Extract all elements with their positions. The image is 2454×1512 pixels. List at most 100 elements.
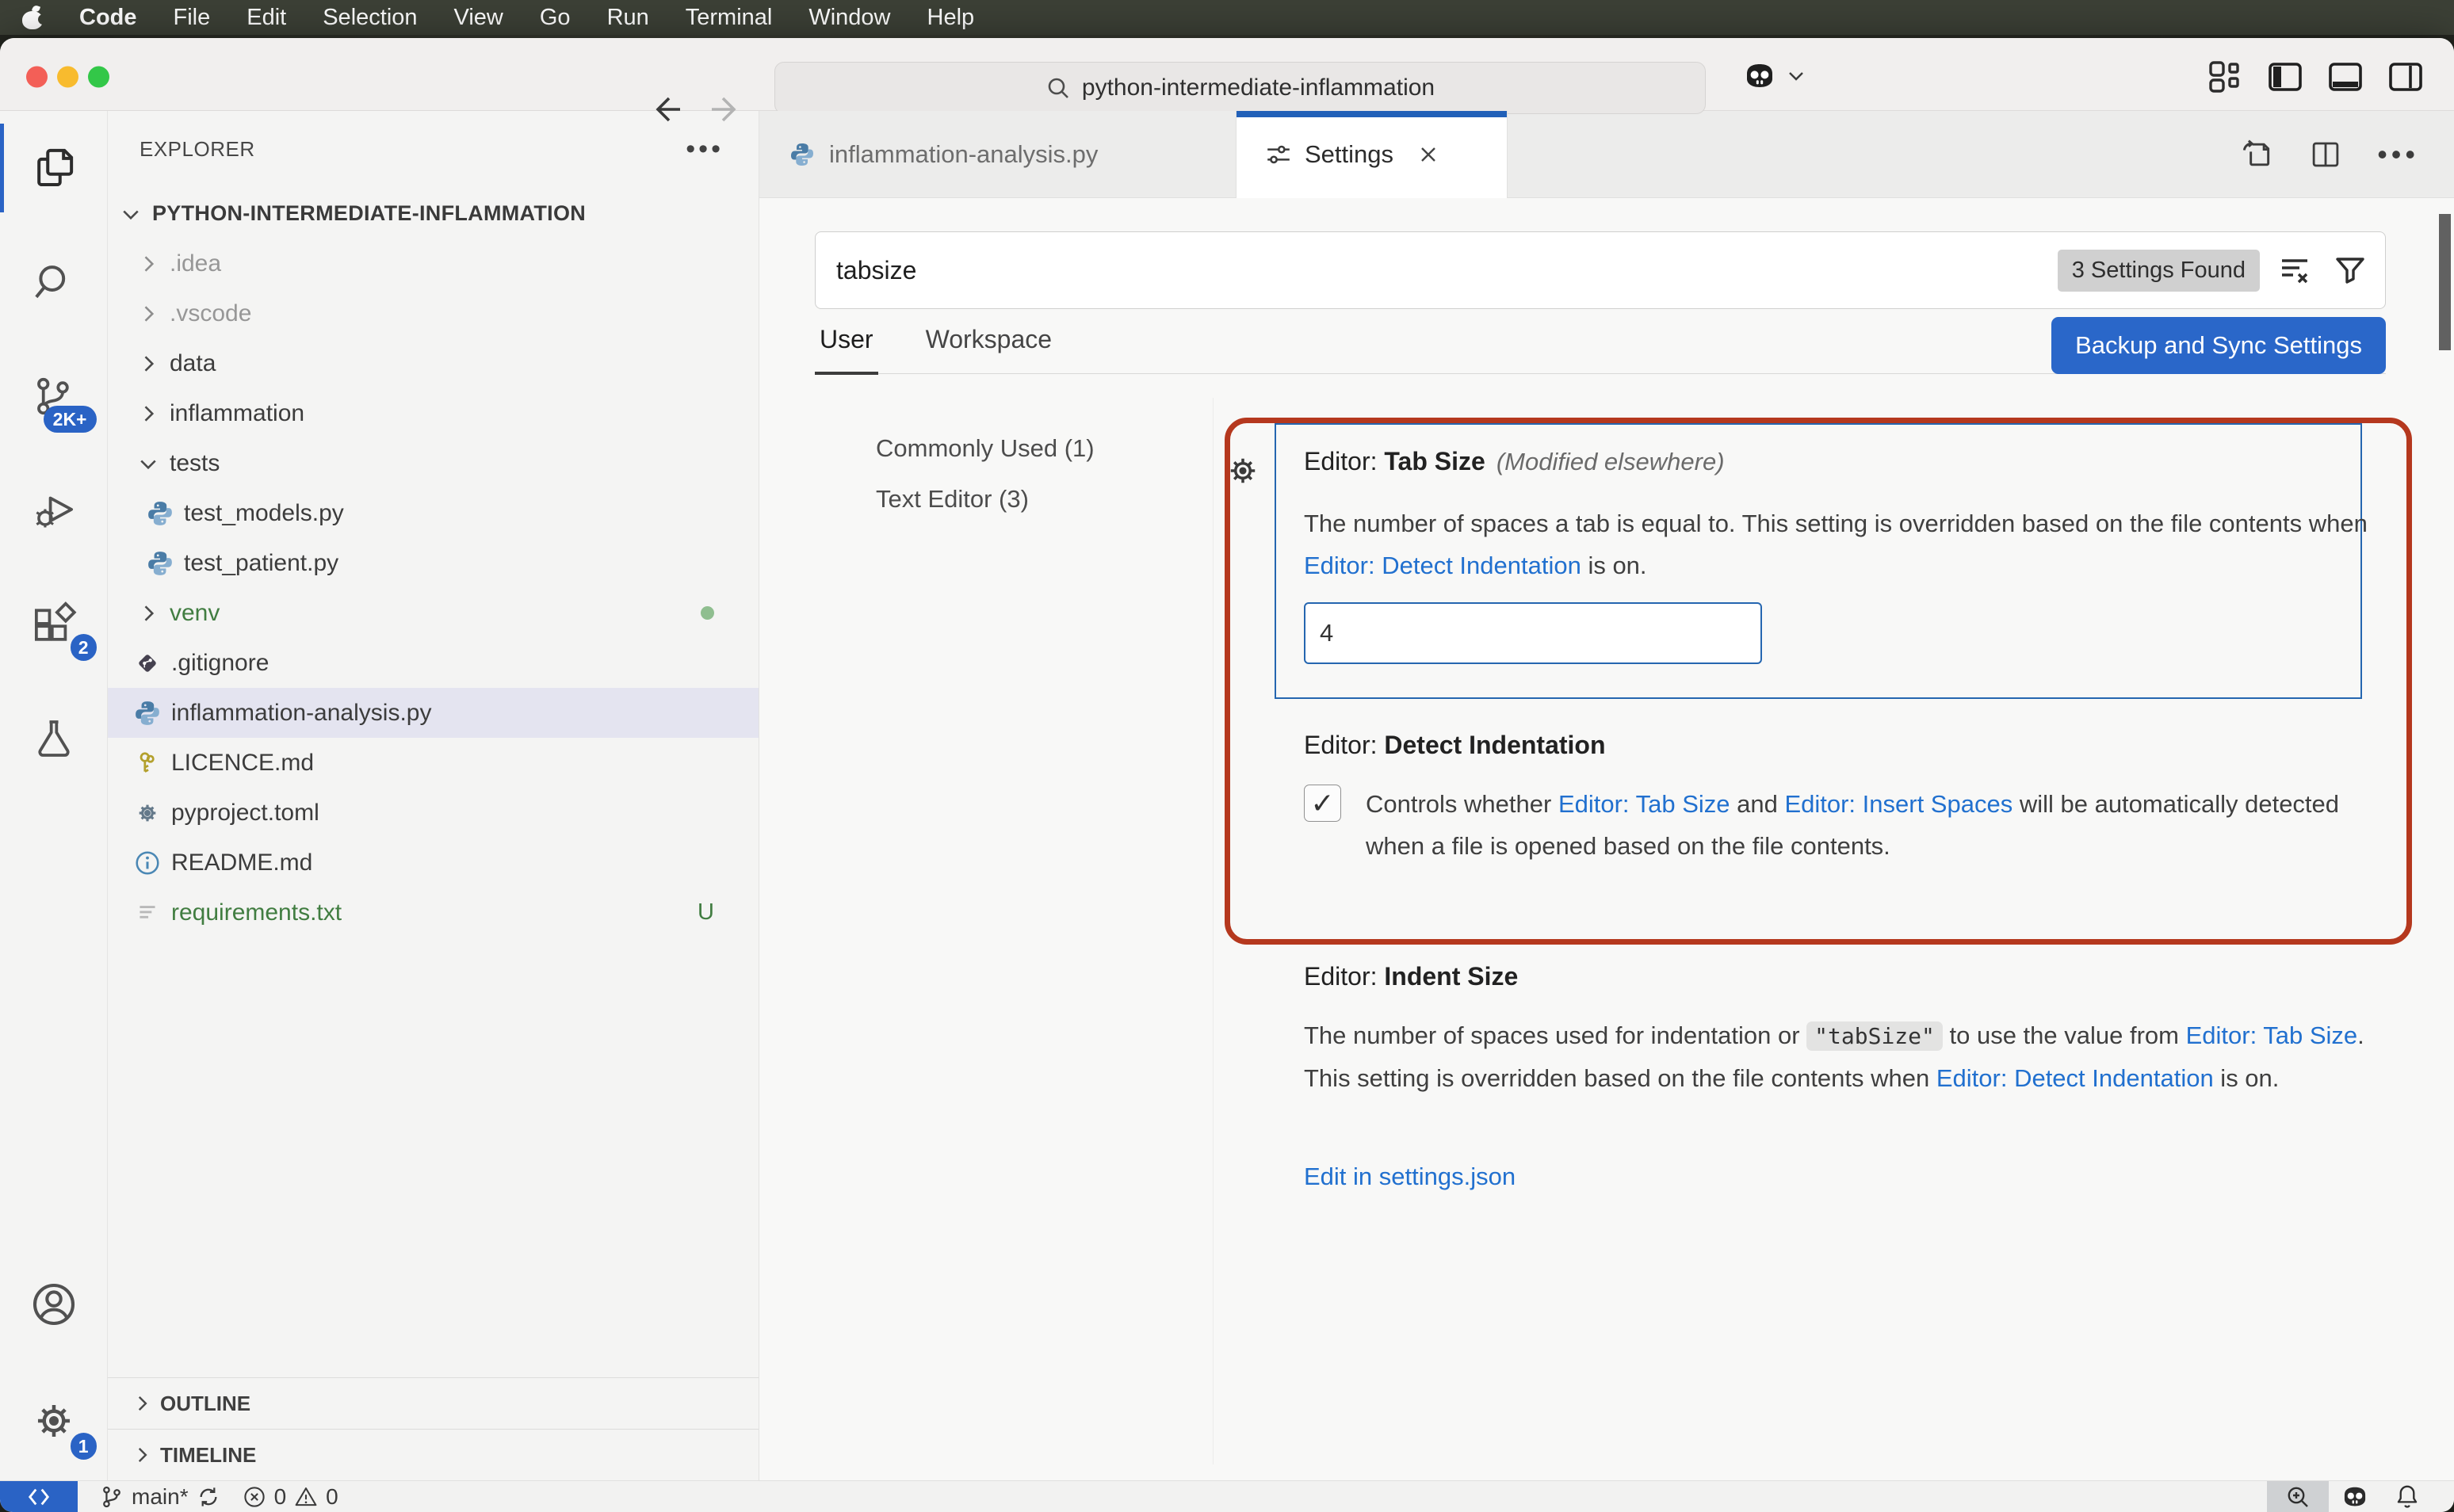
menu-terminal[interactable]: Terminal [686,5,773,31]
edit-in-settings-json-link[interactable]: Edit in settings.json [1304,1163,1516,1191]
tree-folder-data[interactable]: data [108,338,759,388]
timeline-section[interactable]: TIMELINE [108,1429,759,1480]
notifications-bell-icon[interactable] [2381,1481,2433,1512]
explorer-title: EXPLORER [140,137,255,162]
detect-indentation-link[interactable]: Editor: Detect Indentation [1936,1064,2214,1092]
apple-menu-icon[interactable] [22,6,43,29]
insert-spaces-link[interactable]: Editor: Insert Spaces [1784,790,2013,818]
back-icon[interactable] [648,94,683,125]
tree-file-requirements[interactable]: requirements.txt U [108,888,759,937]
menu-file[interactable]: File [174,5,211,31]
activity-explorer-icon[interactable] [0,111,108,225]
activity-extensions-icon[interactable]: 2 [0,567,108,682]
activity-source-control-icon[interactable]: 2K+ [0,339,108,453]
menu-run[interactable]: Run [607,5,649,31]
detect-indentation-link[interactable]: Editor: Detect Indentation [1304,552,1581,579]
toggle-primary-sidebar-icon[interactable] [2267,59,2303,95]
settings-search-input[interactable] [836,256,2058,285]
editor-area: inflammation-analysis.py Settings ••• 3 [759,111,2454,1480]
activity-run-debug-icon[interactable] [0,453,108,567]
tree-folder-inflammation[interactable]: inflammation [108,388,759,438]
clear-settings-filters-icon[interactable] [2277,253,2312,288]
activity-search-icon[interactable] [0,225,108,339]
window-minimize-button[interactable] [57,67,78,88]
backup-sync-settings-button[interactable]: Backup and Sync Settings [2051,317,2386,374]
vscode-window: python-intermediate-inflammation [0,38,2454,1512]
tab-size-link[interactable]: Editor: Tab Size [2186,1021,2358,1049]
outline-section[interactable]: OUTLINE [108,1377,759,1429]
remote-indicator[interactable] [0,1481,78,1512]
git-file-icon [133,649,162,678]
detect-indentation-checkbox[interactable]: ✓ [1304,785,1341,822]
problems-status[interactable]: 0 0 [243,1484,338,1510]
menu-edit[interactable]: Edit [247,5,286,31]
tab-size-input[interactable] [1304,602,1762,664]
chevron-right-icon [130,1443,154,1467]
detect-indentation-title: Editor: Detect Indentation [1304,731,1606,760]
search-icon [1045,75,1071,101]
more-actions-icon[interactable]: ••• [2377,138,2419,171]
tree-folder-vscode[interactable]: .vscode [108,288,759,338]
tree-folder-tests[interactable]: tests [108,438,759,488]
toggle-panel-icon[interactable] [2327,59,2364,95]
tree-file-readme[interactable]: README.md [108,838,759,888]
filter-settings-icon[interactable] [2333,253,2368,288]
scope-tab-workspace[interactable]: Workspace [921,317,1057,374]
menu-code[interactable]: Code [79,5,137,31]
copilot-status-icon[interactable] [2329,1481,2381,1512]
python-file-icon [788,140,816,169]
warnings-icon [294,1485,318,1509]
text-file-icon [133,899,162,927]
tree-file-inflammation-analysis[interactable]: inflammation-analysis.py [108,688,759,738]
window-zoom-button[interactable] [88,67,109,88]
forward-icon[interactable] [709,94,743,125]
tab-settings[interactable]: Settings [1237,111,1508,198]
command-center-search[interactable]: python-intermediate-inflammation [774,62,1706,114]
close-tab-icon[interactable] [1417,143,1439,166]
menu-window[interactable]: Window [808,5,890,31]
python-file-icon [146,499,174,528]
tab-inflammation-analysis[interactable]: inflammation-analysis.py [759,111,1237,197]
chevron-down-icon [1787,67,1806,86]
scope-tab-user[interactable]: User [815,317,878,374]
scrollbar-thumb[interactable] [2439,214,2451,350]
menu-selection[interactable]: Selection [323,5,417,31]
tree-file-test-models[interactable]: test_models.py [108,488,759,538]
activity-testing-icon[interactable] [0,682,108,796]
open-changes-icon[interactable] [2239,137,2274,172]
git-branch-status[interactable]: main* [100,1484,220,1510]
explorer-more-actions-icon[interactable]: ••• [686,134,724,165]
toc-text-editor[interactable]: Text Editor (3) [876,474,1095,525]
zoom-status-icon[interactable] [2267,1481,2329,1512]
split-editor-icon[interactable] [2309,138,2342,171]
menu-help[interactable]: Help [927,5,975,31]
menu-go[interactable]: Go [540,5,571,31]
toggle-secondary-sidebar-icon[interactable] [2387,59,2424,95]
customize-layout-icon[interactable] [2207,59,2243,95]
manage-gear-icon[interactable]: 1 [0,1361,108,1480]
tabsize-code-chip: "tabSize" [1806,1021,1943,1051]
tab-size-title: Editor: Tab Size(Modified elsewhere) [1304,447,1725,476]
errors-count: 0 [274,1484,287,1510]
file-tree: PYTHON-INTERMEDIATE-INFLAMMATION .idea .… [108,173,759,1377]
tree-folder-idea[interactable]: .idea [108,239,759,288]
settings-content: Commonly Used (1) Text Editor (3) Editor… [759,374,2454,1480]
tree-file-test-patient[interactable]: test_patient.py [108,538,759,588]
tree-file-gitignore[interactable]: .gitignore [108,638,759,688]
tree-file-pyproject[interactable]: pyproject.toml [108,788,759,838]
toc-commonly-used[interactable]: Commonly Used (1) [876,423,1095,474]
tree-file-licence[interactable]: LICENCE.md [108,738,759,788]
python-file-icon [146,549,174,578]
chevron-down-icon [119,202,143,226]
account-icon[interactable] [0,1247,108,1361]
menu-view[interactable]: View [454,5,503,31]
copilot-menu[interactable] [1741,59,1806,94]
setting-gear-icon[interactable] [1222,450,1263,491]
window-close-button[interactable] [26,67,48,88]
copilot-icon [1741,59,1779,94]
tree-root-folder[interactable]: PYTHON-INTERMEDIATE-INFLAMMATION [108,189,759,239]
tree-folder-venv[interactable]: venv [108,588,759,638]
tab-size-link[interactable]: Editor: Tab Size [1558,790,1730,818]
workspace-title: python-intermediate-inflammation [1082,74,1435,101]
chevron-right-icon [136,352,160,376]
